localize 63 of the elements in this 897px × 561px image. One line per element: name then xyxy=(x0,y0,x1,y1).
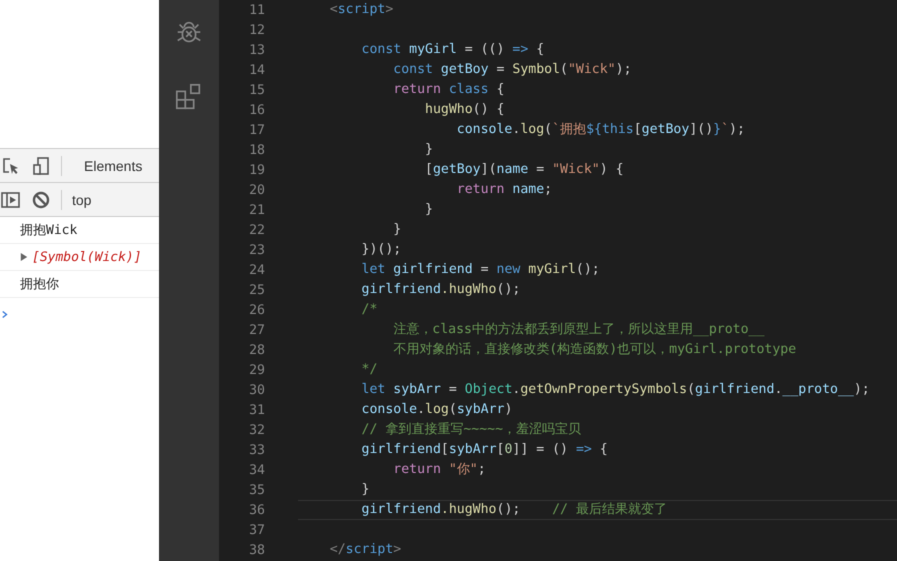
line-number: 25 xyxy=(248,282,265,298)
line-number: 21 xyxy=(248,202,265,218)
line-number: 13 xyxy=(248,42,265,58)
line-number: 36 xyxy=(248,502,265,518)
code-line: return name; xyxy=(456,181,552,199)
code-line: girlfriend[sybArr[0]] = () => { xyxy=(360,441,608,459)
code-line: console.log(sybArr) xyxy=(360,401,512,419)
line-number: 15 xyxy=(248,82,265,98)
console-array-output[interactable]: [Symbol(Wick)] xyxy=(32,250,142,264)
line-number: 17 xyxy=(248,122,265,138)
code-line: let sybArr = Object.getOwnPropertySymbols(girlfriend.__proto__); xyxy=(360,381,870,399)
code-line: /* xyxy=(360,301,378,319)
line-number: 33 xyxy=(248,442,265,458)
code-line: })(); xyxy=(360,241,402,259)
code-line: return "你"; xyxy=(392,461,486,479)
line-number: 34 xyxy=(248,462,265,478)
code-line: const getBoy = Symbol("Wick"); xyxy=(392,61,632,79)
code-line: } xyxy=(424,201,433,219)
code-line: console.log(`拥抱${this[getBoy]()}`); xyxy=(456,121,745,139)
console-log-output: 拥抱Wick xyxy=(20,222,78,239)
line-number: 38 xyxy=(248,542,265,558)
code-line: 不用对象的话，直接修改类(构造函数)也可以，myGirl.prototype xyxy=(392,341,796,359)
line-number: 29 xyxy=(248,362,265,378)
code-line: const myGirl = (() => { xyxy=(360,41,544,59)
expand-triangle-icon[interactable] xyxy=(20,253,28,261)
device-toolbar-icon[interactable] xyxy=(31,156,51,176)
code-line: } xyxy=(360,481,370,499)
code-line: return class { xyxy=(392,81,504,99)
sidebar-toggle-icon[interactable] xyxy=(1,190,21,210)
line-number: 22 xyxy=(248,222,265,238)
code-line: */ xyxy=(360,361,378,379)
clear-console-icon[interactable] xyxy=(31,190,51,210)
console-log-output: 拥抱你 xyxy=(20,276,59,293)
line-number: 19 xyxy=(248,162,265,178)
line-number: 20 xyxy=(248,182,265,198)
prompt-chevron-icon xyxy=(2,310,8,319)
line-number: 16 xyxy=(248,102,265,118)
line-number: 24 xyxy=(248,262,265,278)
code-line: girlfriend.hugWho(); xyxy=(360,281,520,299)
code-line: hugWho() { xyxy=(424,101,504,119)
line-number: 27 xyxy=(248,322,265,338)
line-number: 28 xyxy=(248,342,265,358)
line-number: 23 xyxy=(248,242,265,258)
line-number: 18 xyxy=(248,142,265,158)
line-number: 32 xyxy=(248,422,265,438)
line-number: 26 xyxy=(248,302,265,318)
code-line: // 拿到直接重写~~~~~，羞涩吗宝贝 xyxy=(360,421,582,439)
line-number: 35 xyxy=(248,482,265,498)
line-number: 11 xyxy=(248,2,265,18)
context-selector[interactable]: top xyxy=(72,192,92,208)
line-number: 12 xyxy=(248,22,265,38)
code-line: 注意，class中的方法都丢到原型上了，所以这里用__proto__ xyxy=(392,321,764,339)
code-line: } xyxy=(392,221,402,239)
line-number: 14 xyxy=(248,62,265,78)
line-number: 31 xyxy=(248,402,265,418)
code-line: </script> xyxy=(328,541,402,559)
line-number: 37 xyxy=(248,522,265,538)
line-number: 30 xyxy=(248,382,265,398)
code-line: } xyxy=(424,141,433,159)
code-line: girlfriend.hugWho(); // 最后结果就变了 xyxy=(360,501,667,519)
code-line: let girlfriend = new myGirl(); xyxy=(360,261,600,279)
code-line: <script> xyxy=(328,1,394,19)
code-line: [getBoy](name = "Wick") { xyxy=(424,161,624,179)
